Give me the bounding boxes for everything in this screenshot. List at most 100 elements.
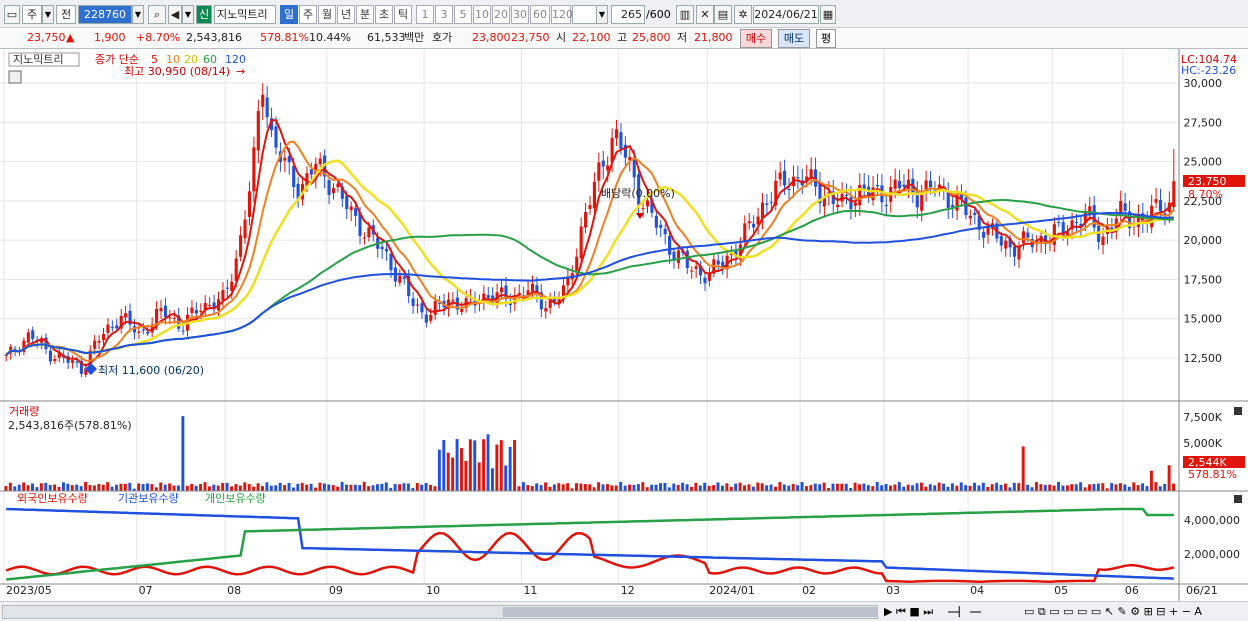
volume-bar [252, 486, 256, 491]
volume-bar [150, 484, 154, 491]
candle-body [743, 223, 747, 243]
layout-icon[interactable]: ▭ [4, 5, 20, 24]
volume-bar [482, 439, 486, 491]
tab-interval-60[interactable]: 60 [530, 5, 550, 24]
stock-code-input[interactable]: 228760 [78, 5, 132, 24]
close-icon[interactable] [1234, 495, 1242, 503]
candle-body [274, 126, 278, 148]
candle-body [110, 326, 114, 328]
volume-bar [650, 484, 654, 491]
volume-bar [1030, 487, 1034, 491]
candle-body [716, 260, 720, 265]
candle-body [256, 111, 260, 151]
zoom-slider-icon[interactable]: ⎯⎯⎸⎯⎯ [948, 605, 981, 619]
calendar-icon[interactable]: ▦ [820, 5, 836, 24]
tab-period-4[interactable]: 분 [356, 5, 374, 24]
volume-bar [809, 485, 813, 491]
volume-bar [1158, 486, 1162, 491]
tab-interval-1[interactable]: 1 [416, 5, 434, 24]
tab-interval-120[interactable]: 120 [551, 5, 573, 24]
grid-toggle-icon[interactable] [8, 70, 22, 84]
avg-button[interactable]: 평 [816, 29, 836, 48]
volume-bar [473, 440, 477, 491]
candle-body [1026, 232, 1030, 238]
date-input[interactable]: 2024/06/21 [753, 5, 819, 24]
candle-body [208, 304, 212, 306]
x-tick-label: 02 [802, 584, 816, 597]
tab-interval-5[interactable]: 5 [454, 5, 472, 24]
candle-body [787, 188, 791, 190]
volume-bar [433, 486, 437, 491]
chevron-down-icon[interactable]: ▼ [42, 5, 54, 24]
volume-bar [35, 487, 39, 491]
tab-interval-30[interactable]: 30 [511, 5, 529, 24]
candle-body [194, 310, 198, 314]
candle-body [659, 224, 663, 228]
buy-button[interactable]: 매수 [740, 29, 772, 48]
volume-bar [261, 486, 264, 491]
candle-body [283, 157, 287, 161]
chevron-down-icon[interactable]: ▼ [596, 5, 608, 24]
tab-interval-3[interactable]: 3 [435, 5, 453, 24]
volume-bar [610, 485, 614, 491]
volume-bar [561, 484, 565, 491]
candle-body [367, 227, 371, 238]
candle-icon[interactable]: ▥ [676, 5, 694, 24]
candle-body [486, 295, 490, 299]
tools-icon[interactable]: ▭ ⧉ ▭ ▭ ▭ ▭ ↖ ✎ ⚙ ⊞ ⊟ + − A [1024, 605, 1202, 619]
volume-bar [287, 482, 291, 491]
sell-button[interactable]: 매도 [778, 29, 810, 48]
volume-title: 거래량 [9, 405, 39, 418]
volume-bar [353, 484, 357, 491]
volume-bar [358, 485, 362, 491]
volume-bar [154, 487, 158, 491]
volume-bar [398, 484, 402, 491]
volume-bar [588, 484, 592, 491]
tab-interval-10[interactable]: 10 [473, 5, 491, 24]
candle-body [190, 307, 194, 314]
chart-scrollbar[interactable]: ▶ ⏮ ■ ⏭ ⎯⎯⎸⎯⎯ ▭ ⧉ ▭ ▭ ▭ ▭ ↖ ✎ ⚙ ⊞ ⊟ + − … [0, 601, 1248, 621]
current-price: 23,750 [27, 31, 66, 44]
chevron-down-icon[interactable]: ▼ [132, 5, 144, 24]
tab-period-1[interactable]: 주 [299, 5, 317, 24]
volume-bar [190, 483, 194, 491]
scroll-thumb[interactable] [503, 607, 877, 617]
play-controls-icon[interactable]: ▶ ⏮ ■ ⏭ [884, 605, 933, 619]
count-input[interactable]: 265 [611, 5, 645, 24]
tab-period-5[interactable]: 초 [375, 5, 393, 24]
tab-period-0[interactable]: 일 [280, 5, 298, 24]
volume-bar [367, 486, 371, 491]
volume-bar [862, 483, 866, 491]
cross-icon[interactable]: ✕ [696, 5, 714, 24]
candle-body [982, 231, 986, 238]
volume-bar [322, 483, 326, 491]
scroll-track[interactable] [2, 605, 878, 619]
volume-bar [535, 483, 539, 491]
candle-body [411, 298, 415, 307]
volume-bar [415, 482, 419, 491]
bid-label: 호가 [432, 31, 453, 44]
tab-interval-20[interactable]: 20 [492, 5, 510, 24]
tab-period-2[interactable]: 월 [318, 5, 336, 24]
chevron-down-icon[interactable]: ▼ [182, 5, 194, 24]
legend-institution: 기관보유수량 [118, 492, 179, 505]
tab-period-6[interactable]: 틱 [394, 5, 412, 24]
market-select[interactable]: 주 [22, 5, 42, 24]
speaker-icon[interactable]: ◀ [168, 5, 182, 24]
volume-bar [583, 483, 587, 491]
candle-body [243, 219, 247, 239]
candle-body [964, 197, 968, 216]
type-select[interactable]: 전 [56, 5, 76, 24]
gear-icon[interactable]: ✲ [734, 5, 752, 24]
save-icon[interactable]: ▤ [714, 5, 732, 24]
volume-bar [1132, 482, 1136, 491]
candle-body [71, 360, 75, 363]
close-icon[interactable] [1234, 407, 1242, 415]
tab-period-3[interactable]: 년 [337, 5, 355, 24]
chart-area[interactable]: 지노믹트리 종가 단순 5 10 20 60 120 최고 30,950 (08… [0, 49, 1248, 601]
candle-body [721, 261, 725, 267]
volume-bar [729, 486, 733, 491]
volume-bar [13, 486, 17, 491]
volume-bar [955, 485, 959, 491]
search-icon[interactable]: ⌕ [148, 5, 166, 24]
